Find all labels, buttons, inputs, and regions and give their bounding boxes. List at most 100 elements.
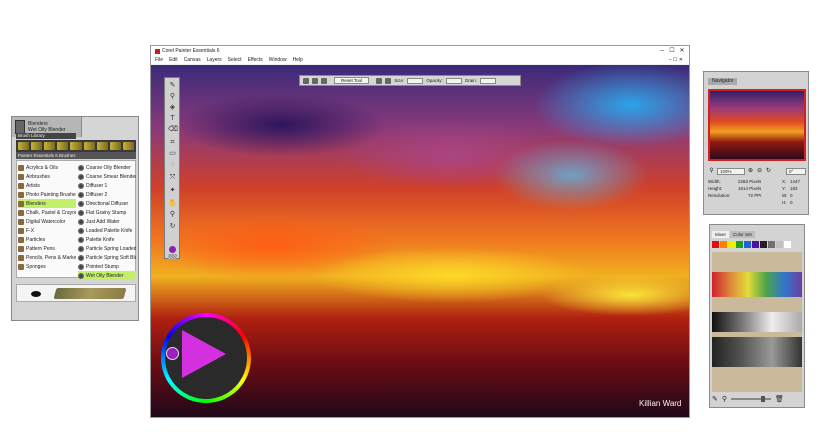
brush-variant-item[interactable]: Palette Knife xyxy=(78,235,136,244)
brush-variant-item[interactable]: Particle Spring Soft Blender xyxy=(78,253,136,262)
menu-effects[interactable]: Effects xyxy=(248,57,263,63)
brush-category-item[interactable]: Blenders xyxy=(18,199,76,208)
recent-brush-icon[interactable] xyxy=(70,142,82,150)
mixer-dropper-icon[interactable]: ⚲ xyxy=(722,395,727,403)
mixer-swatch[interactable] xyxy=(728,241,735,248)
document-window-controls[interactable]: – ☐ ✕ xyxy=(669,57,683,63)
mixer-swatch[interactable] xyxy=(736,241,743,248)
brush-variant-item[interactable]: Coarse Oily Blender xyxy=(78,163,136,172)
recent-brush-icon[interactable] xyxy=(83,142,95,150)
recent-brush-icon[interactable] xyxy=(96,142,108,150)
brush-category-item[interactable]: Pattern Pens xyxy=(18,244,76,253)
brush-category-item[interactable]: Airbrushes xyxy=(18,172,76,181)
saturation-triangle[interactable] xyxy=(182,330,226,378)
brush-variant-item[interactable]: Particle Spring Loaded Knife xyxy=(78,244,136,253)
brush-variant-item[interactable]: Pointed Stump xyxy=(78,262,136,271)
mixer-swatch[interactable] xyxy=(744,241,751,248)
mixer-swatch[interactable] xyxy=(784,241,791,248)
menu-edit[interactable]: Edit xyxy=(169,57,178,63)
magic-wand-icon[interactable]: ✦ xyxy=(168,186,177,195)
brush-variant-item[interactable]: Coarse Smear Blender 30m xyxy=(78,172,136,181)
mixer-swatch[interactable] xyxy=(760,241,767,248)
menu-canvas[interactable]: Canvas xyxy=(184,57,201,63)
mixer-swatch[interactable] xyxy=(768,241,775,248)
brush-variant-item[interactable]: Just Add Water xyxy=(78,217,136,226)
paint-bucket-icon[interactable]: ◈ xyxy=(168,103,177,112)
menu-layers[interactable]: Layers xyxy=(207,57,222,63)
navigator-thumbnail[interactable] xyxy=(708,89,806,161)
brush-category-item[interactable]: Artists xyxy=(18,181,76,190)
menu-help[interactable]: Help xyxy=(293,57,303,63)
brush-category-item[interactable]: Photo Painting Brushes xyxy=(18,190,76,199)
brush-category-item[interactable]: Pencils, Pens & Markers xyxy=(18,253,76,262)
recent-brush-icon[interactable] xyxy=(122,142,134,150)
menu-select[interactable]: Select xyxy=(228,57,242,63)
selection-tool-icon[interactable]: ▭ xyxy=(168,149,177,158)
brush-variant-item[interactable]: Loaded Palette Knife xyxy=(78,226,136,235)
recent-brush-icon[interactable] xyxy=(31,142,43,150)
lasso-tool-icon[interactable]: ◌ xyxy=(168,160,177,169)
brush-tool-icon[interactable]: ✎ xyxy=(168,81,177,90)
mixer-brush-icon[interactable]: ✎ xyxy=(712,395,718,403)
redo-icon[interactable] xyxy=(321,77,327,84)
navigator-tab[interactable]: Navigator xyxy=(708,78,738,85)
mixer-brush-size-slider[interactable] xyxy=(731,396,772,402)
text-tool-icon[interactable]: T xyxy=(168,114,177,123)
rotate-tool-icon[interactable]: ↻ xyxy=(168,222,177,231)
close-button[interactable]: ✕ xyxy=(677,47,687,55)
dropper-tool-icon[interactable]: ⚲ xyxy=(168,92,177,101)
mixer-swatch[interactable] xyxy=(720,241,727,248)
rotation-field[interactable]: 0° xyxy=(786,167,806,175)
tab-color-set[interactable]: Color Set xyxy=(730,231,755,238)
rotate-icon[interactable]: ↻ xyxy=(765,168,772,175)
transform-tool-icon[interactable]: ⤧ xyxy=(168,173,177,182)
brush-variant-item[interactable]: Diffuser 1 xyxy=(78,181,136,190)
mixer-pad[interactable] xyxy=(712,252,802,392)
hand-tool-icon[interactable]: ✋ xyxy=(168,199,177,208)
menu-window[interactable]: Window xyxy=(269,57,287,63)
brush-variant-item[interactable]: Directional Diffuser xyxy=(78,199,136,208)
zoom-tool-icon[interactable]: ⚲ xyxy=(168,210,177,219)
recent-brush-icon[interactable] xyxy=(44,142,56,150)
zoom-out-icon[interactable]: ⊖ xyxy=(756,168,763,175)
zoom-field[interactable]: 100% xyxy=(717,167,745,175)
title-bar[interactable]: Corel Painter Essentials 6 ─ ☐ ✕ xyxy=(151,46,689,56)
recent-brush-icon[interactable] xyxy=(57,142,69,150)
recent-brushes-strip[interactable] xyxy=(16,140,136,152)
maximize-button[interactable]: ☐ xyxy=(667,47,677,55)
size-field[interactable] xyxy=(407,77,424,84)
brush-mode-icon[interactable] xyxy=(376,77,383,84)
brush-variant-item[interactable]: Wet Oily Blender xyxy=(78,271,136,280)
crop-tool-icon[interactable]: ⌗ xyxy=(168,138,177,147)
menu-file[interactable]: File xyxy=(155,57,163,63)
brush-category-item[interactable]: Acrylics & Oils xyxy=(18,163,76,172)
brush-category-item[interactable]: Particles xyxy=(18,235,76,244)
main-color-swatch[interactable] xyxy=(169,246,176,253)
minimize-button[interactable]: ─ xyxy=(657,47,667,55)
brush-category-item[interactable]: Chalk, Pastel & Crayons xyxy=(18,208,76,217)
recent-brush-icon[interactable] xyxy=(109,142,121,150)
mixer-clear-icon[interactable]: 🗑 xyxy=(775,395,784,403)
save-icon[interactable] xyxy=(303,77,309,84)
recent-brush-icon[interactable] xyxy=(18,142,30,150)
painting-canvas[interactable]: Reset Tool Size: Opacity: Grain: ✎ ⚲ ◈ T… xyxy=(151,65,689,417)
tab-mixer[interactable]: Mixer xyxy=(712,231,729,238)
zoom-icon[interactable]: ⚲ xyxy=(708,168,715,175)
reset-tool-button[interactable]: Reset Tool xyxy=(334,77,370,84)
brush-category-item[interactable]: F-X xyxy=(18,226,76,235)
color-wheel[interactable] xyxy=(161,313,251,403)
brush-category-item[interactable]: Digital Watercolor xyxy=(18,217,76,226)
mixer-swatch[interactable] xyxy=(712,241,719,248)
eraser-tool-icon[interactable]: ⌫ xyxy=(168,125,178,134)
opacity-field[interactable] xyxy=(445,77,462,84)
stroke-mode-icon[interactable] xyxy=(385,77,392,84)
undo-icon[interactable] xyxy=(312,77,318,84)
brush-variant-item[interactable]: Diffuser 2 xyxy=(78,190,136,199)
paper-texture-swatch[interactable] xyxy=(168,254,177,259)
zoom-in-icon[interactable]: ⊕ xyxy=(747,168,754,175)
brush-variant-item[interactable]: Flat Grainy Stump xyxy=(78,208,136,217)
grain-field[interactable] xyxy=(479,77,496,84)
brush-category-item[interactable]: Sponges xyxy=(18,262,76,271)
mixer-swatch[interactable] xyxy=(752,241,759,248)
mixer-swatch[interactable] xyxy=(776,241,783,248)
